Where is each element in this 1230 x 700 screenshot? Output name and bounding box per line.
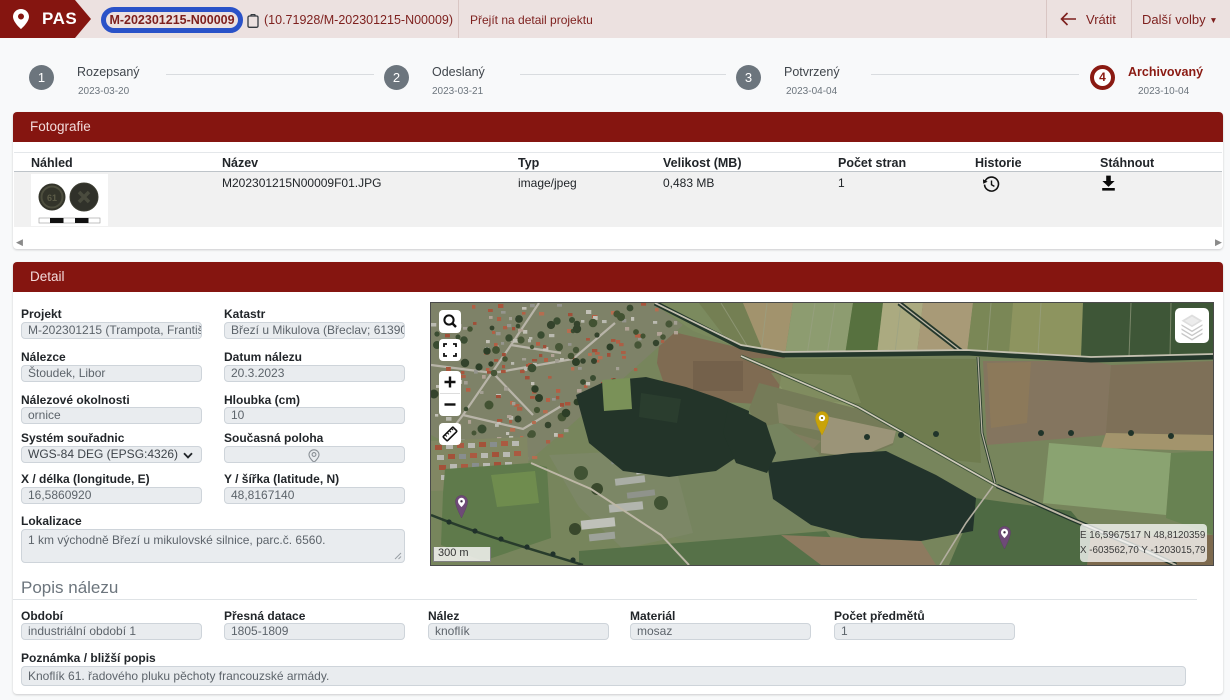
svg-text:61: 61 [47, 193, 57, 203]
